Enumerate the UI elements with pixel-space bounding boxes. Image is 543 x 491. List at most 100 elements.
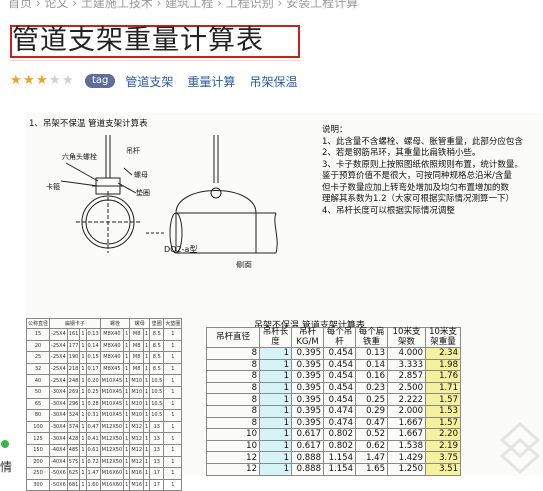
table-cell: 8 xyxy=(206,347,260,360)
page-title: 管道支架重量计算表 xyxy=(12,25,264,56)
table-header: 公称直径 xyxy=(25,318,51,329)
table-cell: 13 xyxy=(149,432,165,445)
table-cell: 0.617 xyxy=(291,428,324,441)
table-row: 10 1 0.617 0.802 0.62 1.538 2.19 xyxy=(206,439,461,453)
breadcrumb[interactable]: 首页 › 论文 › 土建施工技术 › 建筑工程 › 工程识别 › 安装工程计算 xyxy=(8,0,358,11)
table-cell: 0.802 xyxy=(323,428,356,441)
table-cell: M8X40 xyxy=(99,351,125,364)
table-cell: 8.5 xyxy=(149,328,165,341)
side-panel-label[interactable]: 情 xyxy=(0,458,12,475)
table-cell: 0.17 xyxy=(85,362,101,376)
table-header: 螺母 xyxy=(129,318,151,329)
drawing-type-label: DQ2-a型 xyxy=(164,245,198,254)
table-cell: 3.51 xyxy=(425,462,461,476)
drawing-label: 六角头螺栓 xyxy=(62,152,97,161)
table-cell: 2.000 xyxy=(387,404,426,418)
table-cell: 12 xyxy=(206,462,260,476)
table-cell: 485 xyxy=(66,443,81,457)
table-header: 吊杆长度 xyxy=(259,327,292,348)
table-cell: 0.395 xyxy=(291,358,324,372)
table-cell: 1 xyxy=(163,467,183,480)
table-cell: 1 xyxy=(259,370,292,383)
note-line: 鉴于预算价值不是很大，可按同种规格总沿米/含量 xyxy=(322,171,512,181)
table-cell: -30X4 xyxy=(49,385,68,399)
document-image[interactable]: 1、吊架不保温 管道支架计算表 六角头螺栓 吊杆 螺母 垫圈 卡箍 侧面 DQ2… xyxy=(25,113,543,491)
pipe-bracket-drawing: 六角头螺栓 吊杆 螺母 垫圈 卡箍 侧面 xyxy=(46,135,278,268)
table-cell: 1 xyxy=(163,351,183,364)
table-cell: 200 xyxy=(25,455,51,469)
table-cell: 0.47 xyxy=(355,416,388,430)
table-row: 15 -25X4 161 1 0.13 M8X40 1 M8 1 8.5 1 xyxy=(25,328,183,341)
table-cell: 1 xyxy=(163,397,183,411)
tag-badge: tag xyxy=(85,74,116,88)
table-cell: M16X60 xyxy=(99,478,125,491)
table-cell: M16X60 xyxy=(99,467,125,480)
table-cell: 10.5 xyxy=(149,385,165,399)
table-row: 300 -50X6 681 1 1.60 M16X60 1 M16 1 17 1 xyxy=(25,478,183,491)
table-cell: 0.29 xyxy=(355,404,388,418)
watermark-logo-icon xyxy=(499,421,541,475)
tag-link[interactable]: 吊架保温 xyxy=(249,73,297,90)
table-cell: M8X45 xyxy=(99,362,125,376)
table-header: 大垫圈 xyxy=(163,318,183,329)
table-cell: 0.454 xyxy=(323,370,356,383)
title-divider xyxy=(10,60,300,61)
table-cell: -25X4 xyxy=(49,328,68,341)
table-cell: 1.47 xyxy=(355,451,388,464)
table-header: 每个吊杆 xyxy=(323,327,356,348)
table-cell: 0.31 xyxy=(85,409,101,422)
table-cell: -30X4 xyxy=(49,432,68,445)
table-cell: -25X4 xyxy=(49,362,68,376)
notes-title: 说明： xyxy=(322,125,348,135)
rating-stars: ★ ★ ★ ★ ★ xyxy=(10,74,75,88)
table-cell: 1.154 xyxy=(323,462,356,476)
table-cell: 218 xyxy=(66,362,81,376)
table-cell: -30X4 xyxy=(49,409,68,422)
table-header: 吊杆直径 xyxy=(206,327,260,348)
table-cell: 8 xyxy=(206,358,260,372)
table-cell: 0.454 xyxy=(323,381,356,395)
star-icon: ★ xyxy=(36,73,48,88)
note-line: 3、卡子数原则上按照图纸依照规则布置，统计数量。 xyxy=(322,159,523,170)
table-cell: 0.474 xyxy=(323,416,356,430)
star-empty-icon: ★ xyxy=(62,73,74,88)
table-row: 20 -25X4 177 1 0.14 M8X40 1 M8 1 8.5 1 xyxy=(25,339,183,353)
table-cell: 8.5 xyxy=(149,339,165,353)
table-cell: 0.25 xyxy=(355,393,388,406)
table-cell: 1.154 xyxy=(323,451,356,464)
drawing-label: 卡箍 xyxy=(46,182,60,191)
table-row: 10 1 0.617 0.802 0.52 1.667 2.20 xyxy=(206,428,461,441)
table-cell: M12X50 xyxy=(99,420,125,434)
table-cell: 0.20 xyxy=(85,374,101,387)
table-cell: 0.454 xyxy=(323,393,356,406)
table-cell: 25 xyxy=(25,351,51,364)
table-cell: 8 xyxy=(206,381,260,395)
table-cell: 1 xyxy=(259,462,292,476)
table-cell: 1 xyxy=(163,455,183,469)
table-cell: 1 xyxy=(259,416,292,430)
table-cell: -40X4 xyxy=(49,455,68,469)
table-row: 8 1 0.395 0.454 0.25 2.222 1.57 xyxy=(206,393,461,406)
table-cell: 1.47 xyxy=(85,467,101,480)
drawing-label: 垫圈 xyxy=(136,188,150,197)
table-cell: 0.454 xyxy=(323,358,356,372)
table-cell: 8 xyxy=(206,393,260,406)
tag-link[interactable]: 管道支架 xyxy=(125,73,173,90)
table-cell: 8.5 xyxy=(149,351,165,364)
tag-link[interactable]: 重量计算 xyxy=(187,73,235,90)
table-row: 250 -50X6 625 1 1.47 M16X60 1 M16 1 17 1 xyxy=(25,467,183,480)
table-cell: M12X50 xyxy=(99,455,125,469)
star-empty-icon: ★ xyxy=(49,73,61,88)
table-row: 8 1 0.395 0.454 0.16 2.857 1.76 xyxy=(206,370,461,383)
table-cell: 0.47 xyxy=(85,420,101,434)
table-cell: 0.25 xyxy=(85,385,101,399)
table-cell: 0.395 xyxy=(291,404,324,418)
table-cell: 1.98 xyxy=(425,358,461,372)
table-cell: 65 xyxy=(25,397,51,411)
table-cell: 177 xyxy=(66,339,81,353)
table-cell: 1 xyxy=(163,432,183,445)
table-cell: 8 xyxy=(206,370,260,383)
table-cell: 10.5 xyxy=(149,397,165,411)
table-row: 32 -25X4 218 1 0.17 M8X45 1 M8 1 8.5 1 xyxy=(25,362,183,376)
table-cell: 1.57 xyxy=(425,416,461,430)
